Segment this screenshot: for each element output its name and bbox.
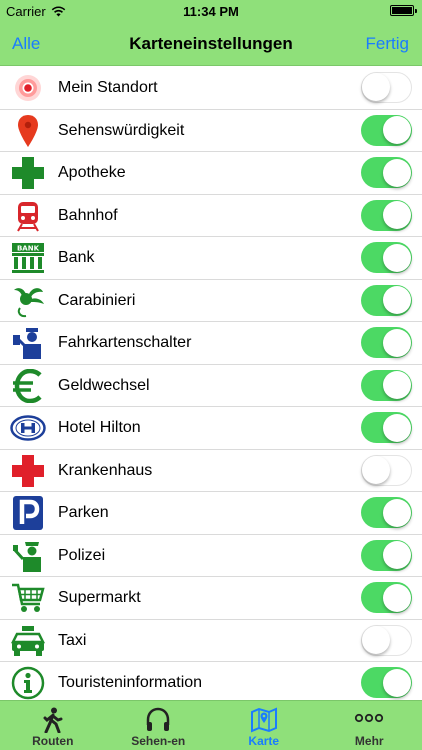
row-label: Bank xyxy=(58,249,95,266)
toggle-apotheke[interactable] xyxy=(361,157,412,188)
page-title: Karteneinstellungen xyxy=(129,34,293,53)
toggle-bank[interactable] xyxy=(361,242,412,273)
done-button[interactable]: Fertig xyxy=(366,34,409,54)
toggle-sehenswuerdigkeit[interactable] xyxy=(361,114,412,146)
tab-label: Sehen-en xyxy=(131,734,186,748)
euro-icon xyxy=(10,368,46,403)
row-label: Mein Standort xyxy=(58,79,158,96)
navigation-bar: Alle Karteneinstellungen Fertig xyxy=(0,22,422,66)
toggle-hotel-hilton[interactable] xyxy=(361,412,412,443)
ticket-office-icon xyxy=(10,326,46,360)
toggle-touristeninformation[interactable] xyxy=(361,667,412,698)
toggle-mein-standort[interactable] xyxy=(361,72,412,103)
toggle-carabinieri[interactable] xyxy=(361,284,412,316)
tab-routen[interactable]: Routen xyxy=(0,701,106,750)
list-item-polizei[interactable]: Polizei xyxy=(0,535,422,577)
row-label: Carabinieri xyxy=(58,291,136,309)
row-label: Supermarkt xyxy=(58,589,141,606)
list-item-supermarkt[interactable]: Supermarkt xyxy=(0,577,422,620)
more-dots-icon xyxy=(317,707,422,733)
toggle-fahrkartenschalter[interactable] xyxy=(361,327,412,358)
hospital-cross-icon xyxy=(10,454,46,488)
list-item-mein-standort[interactable]: Mein Standort xyxy=(0,67,422,110)
row-label: Geldwechsel xyxy=(58,376,150,394)
toggle-bahnhof[interactable] xyxy=(361,199,412,231)
battery-icon xyxy=(390,5,417,16)
tab-karte[interactable]: Karte xyxy=(211,701,317,750)
row-label: Sehenswürdigkeit xyxy=(58,121,185,139)
parking-icon xyxy=(10,496,46,530)
toggle-krankenhaus[interactable] xyxy=(361,454,412,486)
status-time: 11:34 PM xyxy=(183,4,239,19)
status-bar: Carrier 11:34 PM xyxy=(0,0,422,22)
toggle-polizei[interactable] xyxy=(361,539,412,571)
list-item-bank[interactable]: BANK Bank xyxy=(0,237,422,280)
police-icon xyxy=(10,539,46,573)
list-item-hotel-hilton[interactable]: Hotel Hilton xyxy=(0,407,422,450)
tab-mehr[interactable]: Mehr xyxy=(317,701,422,750)
row-label: Hotel Hilton xyxy=(58,419,141,436)
list-item-apotheke[interactable]: Apotheke xyxy=(0,152,422,195)
taxi-icon xyxy=(10,624,46,658)
headphones-icon xyxy=(106,707,212,733)
info-icon xyxy=(10,666,46,700)
map-icon xyxy=(211,707,317,733)
list-item-krankenhaus[interactable]: Krankenhaus xyxy=(0,450,422,492)
row-label: Polizei xyxy=(58,546,106,564)
walking-icon xyxy=(0,707,106,733)
list-item-geldwechsel[interactable]: Geldwechsel xyxy=(0,365,422,407)
shopping-cart-icon xyxy=(10,581,46,615)
toggle-geldwechsel[interactable] xyxy=(361,369,412,401)
svg-text:BANK: BANK xyxy=(17,245,40,253)
hilton-logo-icon xyxy=(10,411,46,445)
list-item-bahnhof[interactable]: Bahnhof xyxy=(0,195,422,237)
bank-icon: BANK xyxy=(10,241,46,275)
toggle-taxi[interactable] xyxy=(361,624,412,656)
row-label: Taxi xyxy=(58,631,87,649)
toggle-supermarkt[interactable] xyxy=(361,582,412,613)
list-item-fahrkartenschalter[interactable]: Fahrkartenschalter xyxy=(0,322,422,365)
location-dot-icon xyxy=(10,71,46,105)
tab-label: Routen xyxy=(32,734,74,748)
list-item-touristeninformation[interactable]: Touristeninformation xyxy=(0,662,422,705)
tab-bar: Routen Sehen-en Karte Mehr xyxy=(0,700,422,750)
row-label: Apotheke xyxy=(58,164,126,181)
train-icon xyxy=(10,199,46,233)
carabinieri-icon xyxy=(10,284,46,318)
list-item-taxi[interactable]: Taxi xyxy=(0,620,422,662)
tab-label: Karte xyxy=(248,734,280,748)
list-item-parken[interactable]: Parken xyxy=(0,492,422,535)
list-item-carabinieri[interactable]: Carabinieri xyxy=(0,280,422,322)
tab-sehen-en[interactable]: Sehen-en xyxy=(106,701,212,750)
row-label: Fahrkartenschalter xyxy=(58,334,192,351)
toggle-parken[interactable] xyxy=(361,497,412,528)
list-item-sehenswuerdigkeit[interactable]: Sehenswürdigkeit xyxy=(0,110,422,152)
settings-list: Mein Standort Sehenswürdigkeit Apotheke xyxy=(0,67,422,705)
row-label: Parken xyxy=(58,504,109,521)
row-label: Bahnhof xyxy=(58,206,118,224)
map-pin-icon xyxy=(10,114,46,148)
tab-label: Mehr xyxy=(354,734,384,748)
row-label: Touristeninformation xyxy=(58,674,203,691)
row-label: Krankenhaus xyxy=(58,461,153,479)
pharmacy-cross-icon xyxy=(10,156,46,190)
